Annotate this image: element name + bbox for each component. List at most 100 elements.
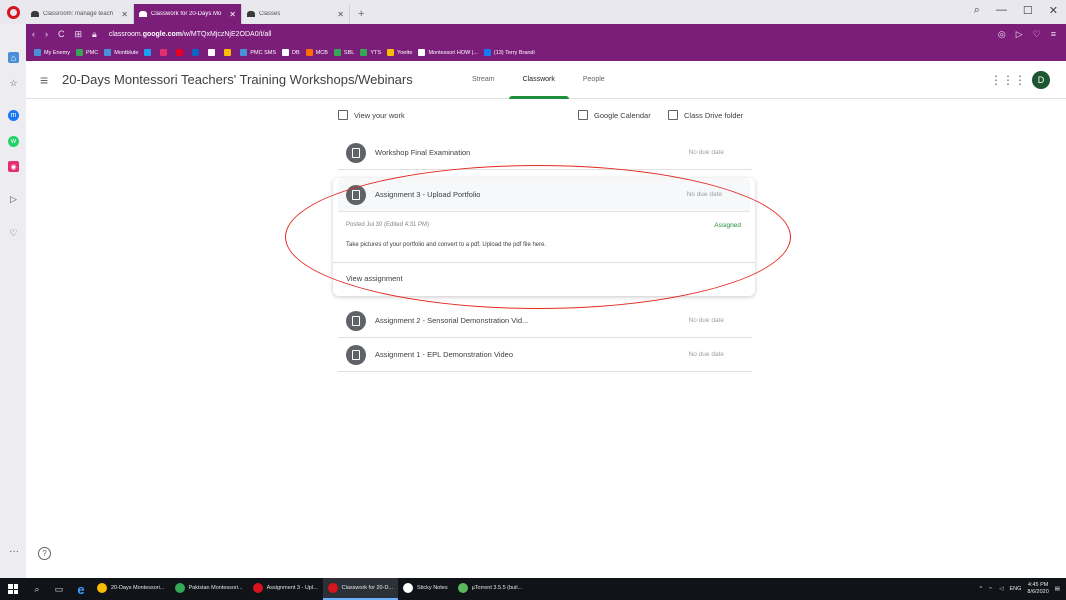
taskbar-app-label: µTorrent 3.5.5 (buil... bbox=[471, 585, 523, 591]
chevron-up-icon[interactable]: ^ bbox=[979, 586, 982, 592]
star-icon[interactable]: ☆ bbox=[8, 78, 19, 89]
clock[interactable]: 4:45 PM 8/6/2020 bbox=[1027, 582, 1048, 596]
menu-icon[interactable]: ≡ bbox=[1051, 29, 1056, 40]
bookmark-item[interactable] bbox=[208, 49, 218, 56]
bookmark-label: My Enemy bbox=[44, 49, 70, 56]
classwork-item-expanded[interactable]: Assignment 3 - Upload Portfolio No due d… bbox=[338, 178, 750, 212]
bookmark-item[interactable]: (13) Terry Brandi bbox=[483, 49, 535, 56]
network-icon[interactable]: ⌔ bbox=[988, 586, 993, 593]
bookmark-item[interactable]: Montblute bbox=[104, 49, 138, 56]
close-icon[interactable]: ✕ bbox=[121, 10, 128, 19]
help-icon[interactable]: ? bbox=[38, 547, 51, 560]
bookmark-item[interactable]: PMC SMS bbox=[240, 49, 276, 56]
windows-start-icon[interactable] bbox=[0, 584, 26, 594]
divider bbox=[333, 262, 755, 263]
opera-logo-icon[interactable] bbox=[0, 0, 26, 24]
taskbar-app[interactable]: 20-Days Montessori... bbox=[92, 578, 170, 600]
back-icon[interactable]: ‹ bbox=[32, 29, 35, 40]
classroom-header: ≡ 20-Days Montessori Teachers' Training … bbox=[26, 61, 1066, 99]
app-icon bbox=[97, 583, 107, 593]
bookmark-item[interactable] bbox=[192, 49, 202, 56]
close-window-button[interactable]: ✕ bbox=[1049, 4, 1058, 17]
maximize-button[interactable]: ☐ bbox=[1023, 4, 1033, 17]
search-tabs-icon[interactable]: ⌕ bbox=[974, 4, 980, 17]
tab-classwork[interactable]: Classwork bbox=[508, 61, 570, 99]
url-field[interactable]: classroom.google.com/w/MTQxMjczNjE2ODA0/… bbox=[109, 31, 272, 38]
bookmark-item[interactable] bbox=[176, 49, 186, 56]
lang-indicator[interactable]: ENG bbox=[1009, 586, 1021, 592]
instagram-icon[interactable]: ◉ bbox=[8, 161, 19, 172]
bookmark-label: Montblute bbox=[114, 49, 139, 56]
bookmark-favicon-icon bbox=[282, 49, 290, 56]
class-drive-folder-link[interactable]: Class Drive folder bbox=[668, 110, 743, 120]
hamburger-menu-icon[interactable]: ≡ bbox=[40, 72, 48, 88]
browser-tab-active[interactable]: Classwork for 20-Days Mo ✕ bbox=[134, 4, 242, 24]
more-icon[interactable]: ··· bbox=[9, 546, 19, 557]
classwork-item[interactable]: Assignment 2 - Sensorial Demonstration V… bbox=[338, 304, 752, 338]
search-icon[interactable]: ⌕ bbox=[26, 578, 48, 600]
whatsapp-icon[interactable]: w bbox=[8, 136, 19, 147]
classwork-actions: View your work Google Calendar Class Dri… bbox=[338, 110, 752, 124]
view-assignment-link[interactable]: View assignment bbox=[346, 274, 403, 283]
taskbar-app[interactable]: Assignment 3 - Upl... bbox=[248, 578, 323, 600]
app-icon bbox=[403, 583, 414, 593]
view-your-work-link[interactable]: View your work bbox=[338, 110, 405, 120]
taskbar-app[interactable]: µTorrent 3.5.5 (buil... bbox=[453, 578, 528, 600]
edge-icon[interactable]: e bbox=[70, 578, 92, 600]
bookmark-item[interactable]: My Enemy bbox=[34, 49, 70, 56]
bookmark-favicon-icon bbox=[104, 49, 112, 56]
heart-icon[interactable]: ♡ bbox=[1033, 29, 1041, 40]
classwork-item[interactable]: Assignment 1 - EPL Demonstration Video N… bbox=[338, 338, 752, 372]
tab-stream[interactable]: Stream bbox=[458, 61, 509, 99]
bookmark-favicon-icon bbox=[34, 49, 41, 56]
browser-tab[interactable]: Classroom: manage teach ✕ bbox=[26, 4, 134, 24]
task-view-icon[interactable]: ▭ bbox=[48, 578, 70, 600]
bookmark-favicon-icon bbox=[387, 49, 395, 56]
reload-icon[interactable]: C bbox=[58, 29, 65, 40]
home-icon[interactable]: ⌂ bbox=[8, 52, 19, 63]
taskbar-app[interactable]: Classwork for 20-D... bbox=[322, 578, 399, 600]
bookmark-item[interactable]: SBL bbox=[333, 49, 354, 56]
volume-icon[interactable]: ◁ bbox=[999, 586, 1003, 592]
course-title[interactable]: 20-Days Montessori Teachers' Training Wo… bbox=[62, 72, 413, 87]
notifications-icon[interactable]: ▤ bbox=[1055, 586, 1060, 592]
tab-title: Classes bbox=[259, 11, 281, 17]
bookmark-item[interactable]: Yoette bbox=[387, 49, 412, 56]
bookmark-item[interactable] bbox=[144, 49, 154, 56]
google-apps-icon[interactable]: ⋮⋮⋮ bbox=[990, 73, 1026, 87]
bookmark-item[interactable]: Montessori HOW |... bbox=[418, 49, 478, 56]
browser-tab[interactable]: Classes ✕ bbox=[242, 4, 350, 24]
bookmark-label: DB bbox=[292, 49, 300, 56]
bookmark-item[interactable]: YTS bbox=[360, 49, 381, 56]
camera-icon[interactable]: ◎ bbox=[998, 29, 1006, 40]
taskbar-app[interactable]: Sticky Notes bbox=[398, 578, 453, 600]
new-tab-button[interactable]: + bbox=[350, 8, 372, 24]
heart-icon[interactable]: ♡ bbox=[8, 228, 19, 239]
classroom-favicon-icon bbox=[139, 11, 147, 17]
avatar[interactable]: D bbox=[1032, 71, 1050, 89]
bookmark-item[interactable]: PMC bbox=[75, 49, 98, 56]
tab-people[interactable]: People bbox=[569, 61, 619, 99]
close-icon[interactable]: ✕ bbox=[337, 10, 344, 19]
app-icon bbox=[457, 583, 468, 593]
taskbar-app[interactable]: Pakistan Montessori... bbox=[170, 578, 248, 600]
classwork-item[interactable]: Workshop Final Examination No due date bbox=[338, 136, 752, 170]
bookmark-favicon-icon bbox=[305, 49, 313, 56]
bookmark-favicon-icon bbox=[333, 49, 341, 56]
bookmark-item[interactable]: DB bbox=[282, 49, 300, 56]
send-icon[interactable]: ▷ bbox=[8, 194, 19, 205]
posted-date: Posted Jul 30 (Edited 4:31 PM) bbox=[346, 222, 430, 228]
forward-icon[interactable]: › bbox=[45, 29, 48, 40]
bookmark-item[interactable]: MCB bbox=[305, 49, 328, 56]
clock-time: 4:45 PM bbox=[1027, 582, 1049, 588]
bookmark-item[interactable] bbox=[224, 49, 234, 56]
minimize-button[interactable]: — bbox=[996, 4, 1007, 17]
assignment-icon bbox=[346, 142, 366, 163]
google-calendar-link[interactable]: Google Calendar bbox=[578, 110, 651, 120]
messenger-icon[interactable]: m bbox=[8, 110, 19, 121]
send-icon[interactable]: ▷ bbox=[1016, 29, 1023, 40]
close-icon[interactable]: ✕ bbox=[229, 10, 236, 19]
speed-dial-icon[interactable]: ⊞ bbox=[75, 29, 83, 40]
bookmark-item[interactable] bbox=[160, 49, 170, 56]
status-badge: Assigned bbox=[714, 222, 741, 229]
